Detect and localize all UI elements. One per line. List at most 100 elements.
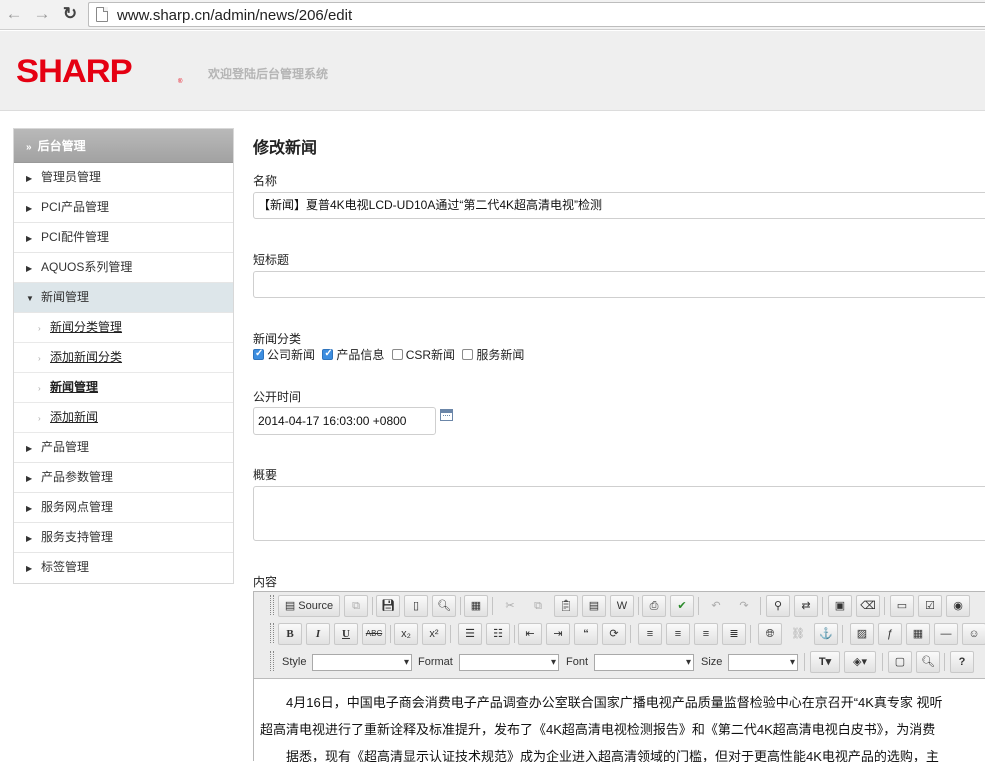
- spellcheck-icon[interactable]: ✔: [670, 595, 694, 617]
- form-icon[interactable]: ▭: [890, 595, 914, 617]
- align-justify-icon[interactable]: ≣: [722, 623, 746, 645]
- name-input[interactable]: 【新闻】夏普4K电视LCD-UD10A通过“第二代4K超高清电视”检测: [253, 192, 985, 219]
- short-title-label: 短标题: [253, 253, 290, 267]
- help-icon[interactable]: ?: [950, 651, 974, 673]
- sidebar-subitem-label[interactable]: 新闻分类管理: [50, 320, 122, 334]
- site-header: SHARP ® 欢迎登陆后台管理系统: [0, 31, 985, 111]
- content-paragraph: 超高清电视进行了重新诠释及标准提升，发布了《4K超高清电视检测报告》和《第二代4…: [260, 722, 936, 737]
- new-page-disabled-icon: ⧉: [344, 595, 368, 617]
- style-label: Style: [282, 656, 307, 668]
- forward-arrow-icon[interactable]: →: [32, 4, 52, 24]
- content-label: 内容: [253, 575, 278, 589]
- unlink-icon[interactable]: ⛓: [786, 623, 810, 645]
- save-icon[interactable]: 💾︎: [376, 595, 400, 617]
- paste-text-icon[interactable]: ▤: [582, 595, 606, 617]
- anchor-icon[interactable]: ⚓: [814, 623, 838, 645]
- sidebar-item-news[interactable]: ▼ 新闻管理: [14, 283, 233, 313]
- sidebar-subitem-label[interactable]: 添加新闻分类: [50, 350, 122, 364]
- sidebar-item-pci-parts[interactable]: ▶ PCI配件管理: [14, 223, 233, 253]
- link-icon[interactable]: 🌐︎: [758, 623, 782, 645]
- horizontal-rule-icon[interactable]: ―: [934, 623, 958, 645]
- sidebar-subitem-news-categories[interactable]: › 新闻分类管理: [14, 313, 233, 343]
- radio-insert-icon[interactable]: ◉: [946, 595, 970, 617]
- short-title-input[interactable]: [253, 271, 985, 298]
- sidebar-item-label: 新闻管理: [41, 290, 90, 304]
- checkbox-service-news[interactable]: [462, 349, 474, 360]
- undo-icon[interactable]: ↶: [704, 595, 728, 617]
- show-blocks-icon[interactable]: 🔍︎: [916, 651, 940, 673]
- cut-icon[interactable]: ✂: [498, 595, 522, 617]
- copy-icon[interactable]: ⧉: [526, 595, 550, 617]
- flash-icon[interactable]: ƒ: [878, 623, 902, 645]
- publish-time-input[interactable]: 2014-04-17 16:03:00 +0800: [253, 407, 436, 435]
- sidebar-item-products[interactable]: ▶ 产品管理: [14, 433, 233, 463]
- toolbar-row-1: ▤ Source ⧉ 💾︎ ▯ 🔍︎ ▦ ✂ ⧉ 📋︎ ▤ W ⎙ ✔ ↶ ↷ …: [254, 592, 985, 620]
- name-label: 名称: [253, 174, 278, 188]
- print-icon[interactable]: ⎙: [642, 595, 666, 617]
- div-container-icon[interactable]: ⟳: [602, 623, 626, 645]
- align-center-icon[interactable]: ≡: [666, 623, 690, 645]
- strikethrough-icon[interactable]: ABC: [362, 623, 386, 645]
- sidebar-subitem-add-news[interactable]: › 添加新闻: [14, 403, 233, 433]
- find-icon[interactable]: ⚲: [766, 595, 790, 617]
- sidebar-subitem-label[interactable]: 添加新闻: [50, 410, 98, 424]
- subscript-icon[interactable]: x₂: [394, 623, 418, 645]
- image-icon[interactable]: ▨: [850, 623, 874, 645]
- indent-icon[interactable]: ⇥: [546, 623, 570, 645]
- new-document-icon[interactable]: ▯: [404, 595, 428, 617]
- replace-icon[interactable]: ⇄: [794, 595, 818, 617]
- reload-icon[interactable]: ↻: [60, 4, 80, 24]
- sidebar-subitem-add-category[interactable]: › 添加新闻分类: [14, 343, 233, 373]
- sidebar-item-tags[interactable]: ▶ 标签管理: [14, 553, 233, 583]
- select-all-icon[interactable]: ▣: [828, 595, 852, 617]
- smiley-icon[interactable]: ☺: [962, 623, 985, 645]
- sidebar-item-product-params[interactable]: ▶ 产品参数管理: [14, 463, 233, 493]
- remove-format-icon[interactable]: ⌫: [856, 595, 880, 617]
- numbered-list-icon[interactable]: ☰: [458, 623, 482, 645]
- sidebar-subitem-news-manage[interactable]: › 新闻管理: [14, 373, 233, 403]
- sidebar-item-label: 标签管理: [41, 560, 90, 574]
- back-arrow-icon[interactable]: ←: [4, 4, 24, 24]
- italic-icon[interactable]: I: [306, 623, 330, 645]
- checkbox-insert-icon[interactable]: ☑: [918, 595, 942, 617]
- maximize-icon[interactable]: ▢: [888, 651, 912, 673]
- superscript-icon[interactable]: x²: [422, 623, 446, 645]
- sidebar-item-service-outlets[interactable]: ▶ 服务网点管理: [14, 493, 233, 523]
- sidebar-item-service-support[interactable]: ▶ 服务支持管理: [14, 523, 233, 553]
- templates-icon[interactable]: ▦: [464, 595, 488, 617]
- sidebar-item-aquos[interactable]: ▶ AQUOS系列管理: [14, 253, 233, 283]
- sidebar-item-pci-products[interactable]: ▶ PCI产品管理: [14, 193, 233, 223]
- url-text[interactable]: www.sharp.cn/admin/news/206/edit: [117, 7, 352, 24]
- align-right-icon[interactable]: ≡: [694, 623, 718, 645]
- background-color-icon[interactable]: ◈▾: [844, 651, 876, 673]
- calendar-icon[interactable]: [440, 409, 453, 421]
- text-color-icon[interactable]: T▾: [810, 651, 840, 673]
- size-select[interactable]: [728, 654, 798, 671]
- checkbox-product-info[interactable]: [322, 348, 334, 360]
- checkbox-company-news[interactable]: [253, 348, 264, 360]
- triangle-right-icon: ▶: [26, 504, 33, 513]
- redo-icon[interactable]: ↷: [732, 595, 756, 617]
- sidebar-subitem-label[interactable]: 新闻管理: [50, 380, 98, 394]
- paste-icon[interactable]: 📋︎: [554, 595, 578, 617]
- bulleted-list-icon[interactable]: ☷: [486, 623, 510, 645]
- sharp-logo[interactable]: SHARP: [16, 53, 133, 89]
- source-button[interactable]: ▤ Source: [278, 595, 340, 617]
- font-select[interactable]: [594, 654, 694, 671]
- checkbox-csr-news[interactable]: [391, 349, 403, 360]
- blockquote-icon[interactable]: “: [574, 623, 598, 645]
- preview-icon[interactable]: 🔍︎: [432, 595, 456, 617]
- checkbox-label: 产品信息: [336, 348, 385, 362]
- address-bar[interactable]: www.sharp.cn/admin/news/206/edit: [88, 2, 985, 27]
- bold-icon[interactable]: B: [278, 623, 302, 645]
- style-select[interactable]: [312, 654, 412, 671]
- paste-word-icon[interactable]: W: [610, 595, 634, 617]
- align-left-icon[interactable]: ≡: [638, 623, 662, 645]
- outdent-icon[interactable]: ⇤: [518, 623, 542, 645]
- format-select[interactable]: [459, 654, 559, 671]
- summary-textarea[interactable]: [253, 486, 985, 541]
- editor-content-area[interactable]: 4月16日，中国电子商会消费电子产品调查办公室联合国家广播电视产品质量监督检验中…: [254, 678, 985, 762]
- sidebar-item-admins[interactable]: ▶ 管理员管理: [14, 163, 233, 193]
- table-icon[interactable]: ▦: [906, 623, 930, 645]
- underline-icon[interactable]: U: [334, 623, 358, 645]
